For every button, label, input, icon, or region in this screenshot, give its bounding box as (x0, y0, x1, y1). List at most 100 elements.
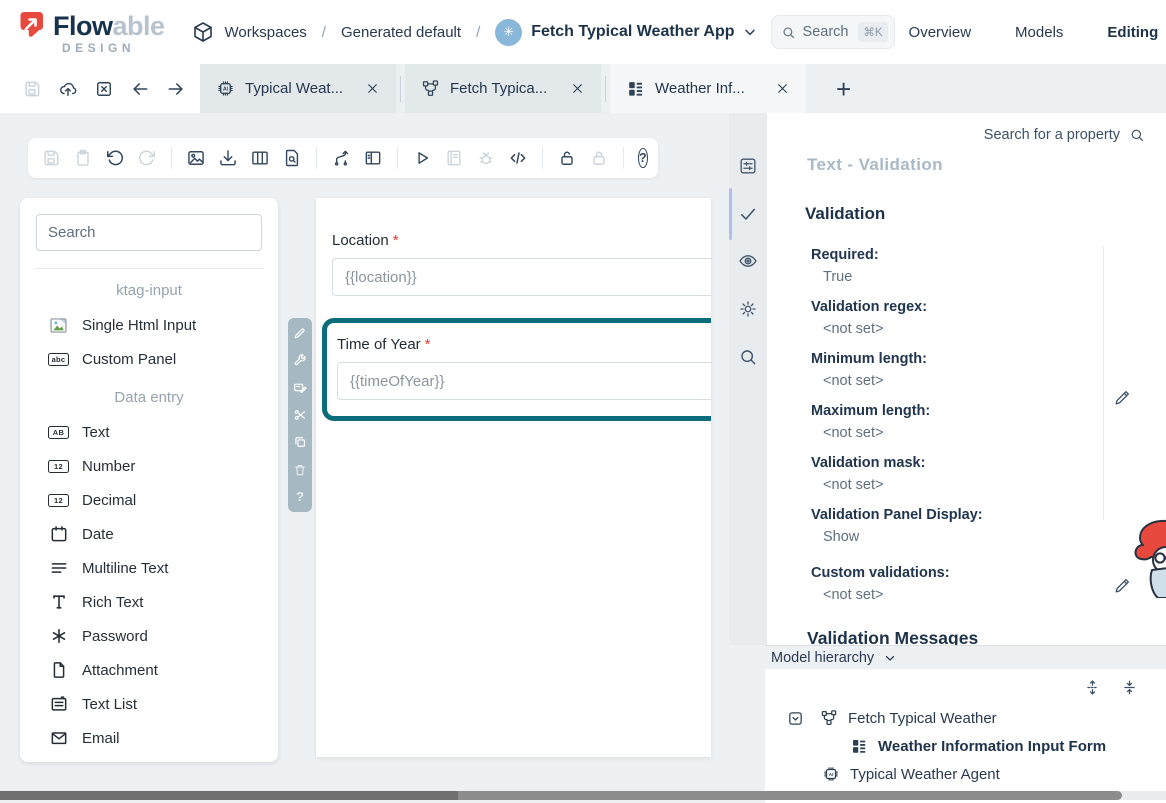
property-row-validation-regex[interactable]: Validation regex: <not set> (767, 296, 1097, 340)
tree-item-typical-weather-agent[interactable]: AI Typical Weather Agent (765, 760, 1166, 788)
debug-bug-icon[interactable] (476, 148, 496, 168)
save-icon[interactable] (41, 148, 61, 168)
search-icon (781, 25, 796, 40)
tab-typical-weather-agent[interactable]: AI Typical Weat... (200, 64, 396, 113)
form-icon (850, 737, 868, 755)
attributes-panel-icon[interactable] (738, 156, 758, 176)
nav-editing[interactable]: Editing (1107, 24, 1158, 41)
field-input[interactable]: {{location}} (332, 258, 711, 296)
breadcrumb-workspaces[interactable]: Workspaces (225, 24, 307, 41)
settings-gear-icon[interactable] (738, 299, 758, 319)
tab-fetch-typical-weather[interactable]: Fetch Typica... (405, 64, 601, 113)
flowable-logo[interactable]: Flowable DESIGN (16, 9, 165, 55)
global-search[interactable]: Search ⌘K (771, 15, 895, 49)
collapse-all-icon[interactable] (1121, 679, 1138, 696)
flow-transform-icon[interactable] (331, 148, 351, 168)
palette-item-number[interactable]: 12 Number (20, 449, 278, 483)
palette-search-input[interactable] (36, 214, 262, 251)
palette-item-attachment[interactable]: Attachment (20, 653, 278, 687)
code-icon[interactable] (508, 148, 528, 168)
palette-section-title: ktag-input (20, 282, 278, 299)
play-icon[interactable] (412, 148, 432, 168)
number-field-icon: 12 (48, 456, 69, 477)
selected-field-outline[interactable]: Time of Year* {{timeOfYear}} (322, 318, 711, 421)
form-field-time-of-year[interactable]: Time of Year* {{timeOfYear}} (337, 336, 711, 400)
palette-item-label: Rich Text (82, 594, 143, 611)
abc-panel-icon: abc (48, 349, 69, 370)
tree-item-fetch-typical-weather[interactable]: Fetch Typical Weather (765, 704, 1166, 732)
palette-item-single-html-input[interactable]: Single Html Input (20, 308, 278, 342)
app-name[interactable]: Fetch Typical Weather App (531, 23, 734, 41)
html-input-icon (48, 315, 69, 336)
property-row-minimum-length[interactable]: Minimum length: <not set> (767, 348, 1097, 392)
help-icon[interactable]: ? (296, 490, 304, 504)
palette-item-label: Date (82, 526, 114, 543)
back-icon[interactable] (130, 79, 150, 99)
tab-close-icon[interactable] (365, 81, 380, 96)
property-row-custom-validations[interactable]: Custom validations: <not set> (767, 562, 1097, 606)
palette-item-decimal[interactable]: 12 Decimal (20, 483, 278, 517)
tab-close-icon[interactable] (775, 81, 790, 96)
tree-item-weather-information-input-form[interactable]: Weather Information Input Form (765, 732, 1166, 760)
expand-all-icon[interactable] (1084, 679, 1101, 696)
property-row-required[interactable]: Required: True (767, 244, 1097, 288)
unlock-icon[interactable] (557, 148, 577, 168)
undo-icon[interactable] (105, 148, 125, 168)
palette-item-password[interactable]: Password (20, 619, 278, 653)
horizontal-scrollbar-thumb-secondary[interactable] (458, 791, 1122, 800)
edit-pencil-icon[interactable] (293, 326, 307, 340)
visibility-eye-icon[interactable] (738, 251, 758, 271)
app-chevron-down-icon[interactable] (742, 24, 758, 40)
tabstrip-tools (0, 64, 200, 113)
model-hierarchy-header[interactable]: Model hierarchy (765, 646, 1166, 669)
tab-close-icon[interactable] (570, 81, 585, 96)
download-icon[interactable] (218, 148, 238, 168)
redo-icon[interactable] (137, 148, 157, 168)
settings-wrench-icon[interactable] (293, 353, 307, 367)
image-export-icon[interactable] (186, 148, 206, 168)
paste-icon[interactable] (73, 148, 93, 168)
collapse-toggle-icon[interactable] (787, 710, 804, 727)
publish-icon[interactable] (58, 79, 78, 99)
ai-chip-icon: AI (822, 765, 840, 783)
nav-overview[interactable]: Overview (909, 24, 972, 41)
search-property-icon[interactable] (738, 347, 758, 367)
document-preview-icon[interactable] (282, 148, 302, 168)
palette-item-date[interactable]: Date (20, 517, 278, 551)
validation-check-icon[interactable] (738, 204, 758, 224)
tab-weather-information-form[interactable]: Weather Inf... (610, 64, 806, 113)
palette-item-rich-text[interactable]: Rich Text (20, 585, 278, 619)
horizontal-scrollbar-thumb[interactable] (0, 791, 458, 800)
field-input[interactable]: {{timeOfYear}} (337, 362, 711, 400)
palette-item-multiline-text[interactable]: Multiline Text (20, 551, 278, 585)
cut-scissors-icon[interactable] (293, 408, 307, 422)
property-row-validation-panel-display[interactable]: Validation Panel Display: Show (767, 504, 1097, 548)
panel-layout-icon[interactable] (363, 148, 383, 168)
log-book-icon[interactable] (444, 148, 464, 168)
palette-item-custom-panel[interactable]: abc Custom Panel (20, 342, 278, 376)
delete-trash-icon[interactable] (293, 463, 307, 477)
palette-divider (34, 268, 264, 269)
close-model-icon[interactable] (94, 79, 114, 99)
columns-icon[interactable] (250, 148, 270, 168)
breadcrumb-project[interactable]: Generated default (341, 24, 461, 41)
lock-icon[interactable] (589, 148, 609, 168)
palette-item-text[interactable]: AB Text (20, 415, 278, 449)
form-canvas[interactable]: Location* {{location}} Time of Year* {{t… (316, 198, 711, 757)
forward-icon[interactable] (166, 79, 186, 99)
help-icon[interactable]: ? (638, 148, 648, 168)
copy-icon[interactable] (293, 435, 307, 449)
save-icon[interactable] (22, 79, 42, 99)
note-edit-icon[interactable] (293, 381, 307, 395)
tab-label: Typical Weat... (245, 80, 355, 97)
hierarchy-tree: Fetch Typical Weather Weather Informatio… (765, 704, 1166, 788)
nav-models[interactable]: Models (1015, 24, 1063, 41)
property-row-validation-mask[interactable]: Validation mask: <not set> (767, 452, 1097, 496)
palette-item-text-list[interactable]: Text List (20, 687, 278, 721)
property-search[interactable]: Search for a property (984, 127, 1145, 143)
form-field-location[interactable]: Location* {{location}} (332, 232, 711, 296)
edit-validation-pencil-icon[interactable] (1113, 388, 1132, 407)
property-row-maximum-length[interactable]: Maximum length: <not set> (767, 400, 1097, 444)
palette-item-email[interactable]: Email (20, 721, 278, 755)
new-tab-button[interactable]: + (836, 79, 851, 99)
